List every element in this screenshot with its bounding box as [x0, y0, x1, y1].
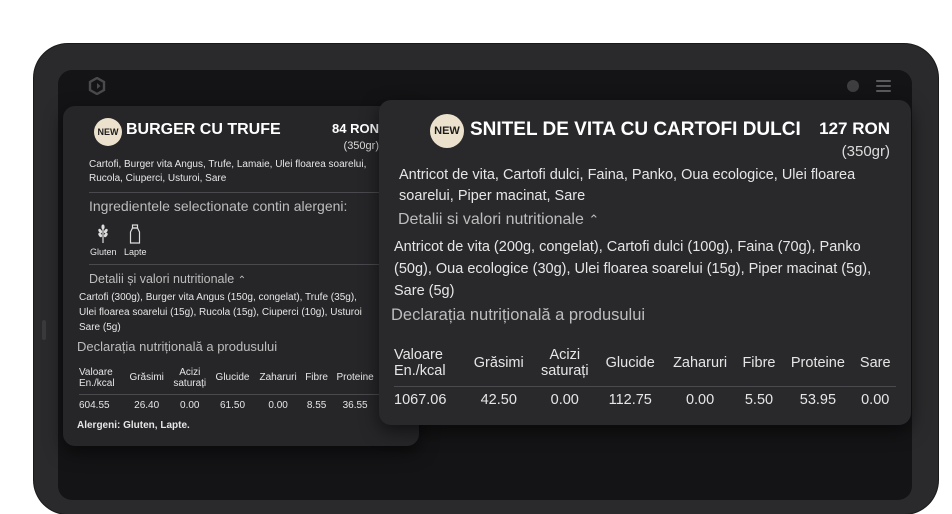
product-title: SNITEL DE VITA CU CARTOFI DULCI: [470, 119, 801, 140]
hamburger-menu-icon[interactable]: [876, 80, 891, 92]
nutrition-header: Proteine: [331, 362, 379, 395]
nutrition-header: Acizi saturați: [168, 362, 211, 395]
new-badge: NEW: [430, 114, 464, 148]
allergens-footer: Alergeni: Gluten, Lapte.: [77, 420, 190, 431]
nutrition-value: 26.40: [134, 399, 160, 411]
milk-bottle-icon: [130, 224, 141, 244]
divider: [89, 264, 385, 265]
divider: [89, 192, 385, 193]
details-toggle[interactable]: Detalii și valori nutritionale ⌃: [89, 272, 246, 286]
app-logo-icon: [88, 77, 106, 95]
nutrition-header: Grăsimi: [464, 340, 533, 387]
details-text: Antricot de vita (200g, congelat), Carto…: [394, 239, 872, 299]
product-weight: (350gr): [841, 143, 890, 160]
nutrition-value: 1067.06: [394, 392, 447, 409]
nutrition-value: 0.00: [550, 392, 579, 409]
nutrition-header: Zaharuri: [663, 340, 737, 387]
nutrition-header: Zaharuri: [254, 362, 302, 395]
nutrition-declaration: Declarația nutrițională a produsului: [77, 339, 278, 354]
product-weight: (350gr): [343, 140, 379, 152]
product-title: BURGER CU TRUFE: [126, 121, 281, 138]
allergen-milk: Lapte: [124, 224, 147, 257]
nutrition-value: 0.00: [861, 392, 890, 409]
nutrition-header: Valoare En./kcal: [394, 340, 465, 387]
nutrition-table: Valoare En./kcal Grăsimi Acizi saturați Glu…: [79, 362, 379, 416]
nutrition-header: Grăsimi: [124, 362, 169, 395]
nutrition-header: Fibre: [301, 362, 332, 395]
nutrition-header: Proteine: [781, 340, 855, 387]
nutrition-value: 42.50: [480, 392, 517, 409]
nutrition-value: 0.00: [268, 399, 288, 411]
ingredients-text: Antricot de vita, Cartofi dulci, Faina, …: [399, 167, 856, 204]
wheat-icon: [98, 224, 108, 243]
product-card-snitel[interactable]: NEW SNITEL DE VITA CU CARTOFI DULCI 127 …: [379, 100, 911, 425]
nutrition-value: 112.75: [608, 392, 652, 409]
nutrition-header: Glucide: [596, 340, 664, 387]
nutrition-value: 61.50: [219, 399, 246, 411]
chevron-up-icon: ⌃: [237, 275, 247, 286]
new-badge: NEW: [94, 118, 122, 146]
nutrition-header: Glucide: [210, 362, 255, 395]
product-card-burger[interactable]: NEW BURGER CU TRUFE 84 RON (350gr) Carto…: [63, 106, 419, 446]
nutrition-table: Valoare En./kcal Grăsimi Acizi saturați Glu…: [394, 340, 896, 414]
nutrition-value: 53.95: [799, 392, 837, 409]
tablet-side-button: [42, 320, 46, 340]
camera-icon: [847, 80, 859, 92]
allergen-gluten: Gluten: [90, 224, 117, 257]
nutrition-header: Valoare En./kcal: [79, 362, 125, 395]
ingredients-text: Cartofi, Burger vita Angus, Trufe, Lamai…: [89, 159, 367, 184]
nutrition-declaration: Declarația nutrițională a produsului: [391, 306, 646, 324]
nutrition-value: 0.00: [685, 392, 715, 409]
nutrition-header: Fibre: [736, 340, 782, 387]
product-price: 84 RON: [332, 121, 379, 136]
nutrition-header: Sare: [854, 340, 896, 387]
nutrition-value: 8.55: [306, 399, 327, 411]
nutrition-header: Acizi saturați: [532, 340, 597, 387]
nutrition-value: 36.55: [342, 399, 368, 411]
nutrition-value: 604.55: [79, 399, 110, 411]
allergen-heading: Ingredientele selectionate contin alerge…: [89, 198, 348, 214]
details-toggle[interactable]: Detalii si valori nutritionale ⌃: [398, 211, 599, 229]
nutrition-value: 5.50: [744, 392, 774, 409]
details-text: Cartofi (300g), Burger vita Angus (150g,…: [79, 292, 362, 333]
chevron-up-icon: ⌃: [588, 212, 600, 227]
product-price: 127 RON: [819, 119, 890, 138]
nutrition-value: 0.00: [180, 399, 200, 411]
